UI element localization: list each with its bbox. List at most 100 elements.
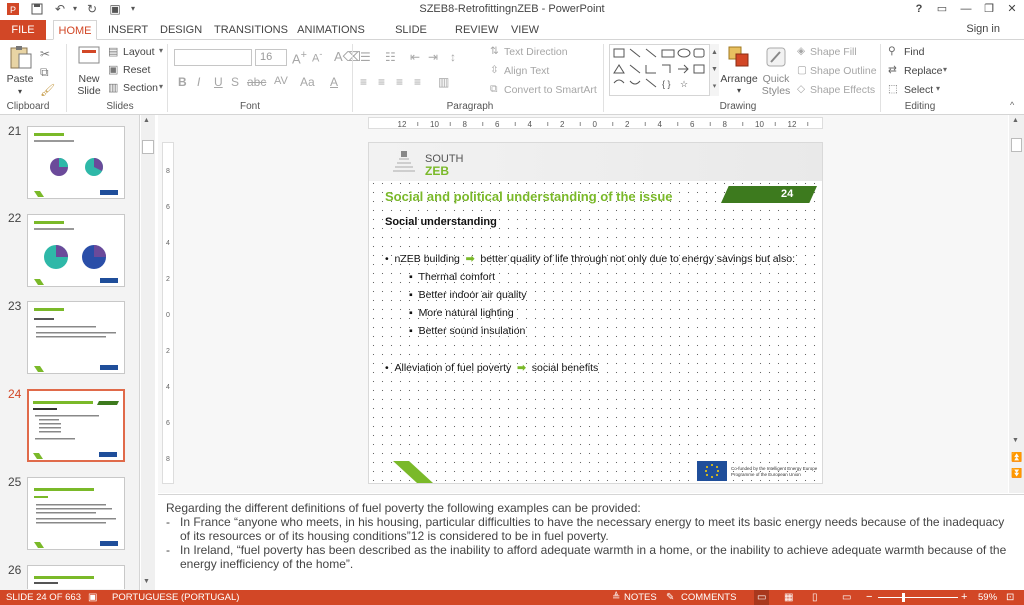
underline-icon[interactable]: U (214, 75, 223, 89)
section-dropdown-icon[interactable]: ▾ (159, 82, 163, 91)
paste-dropdown-icon[interactable]: ▾ (14, 86, 26, 98)
thumbnails-scrollbar[interactable] (141, 115, 155, 590)
tab-design[interactable]: DESIGN (160, 20, 202, 40)
select-dropdown-icon[interactable]: ▾ (936, 84, 940, 93)
strikethrough-icon[interactable]: abc (247, 75, 266, 89)
tab-file[interactable]: FILE (0, 20, 46, 40)
sub-bullet-2[interactable]: ▪ Better indoor air quality (409, 289, 527, 301)
layout-button[interactable]: Layout (123, 46, 155, 58)
current-slide[interactable]: SOUTH ZEB Social and political understan… (368, 142, 823, 484)
ribbon-display-options-icon[interactable]: ▭ (932, 1, 952, 17)
align-left-icon[interactable]: ≡ (360, 75, 367, 89)
decrease-indent-icon[interactable]: ⇤ (410, 50, 420, 64)
select-button[interactable]: Select (904, 84, 933, 96)
increase-indent-icon[interactable]: ⇥ (428, 50, 438, 64)
replace-dropdown-icon[interactable]: ▾ (943, 65, 947, 74)
shape-fill-button[interactable]: Shape Fill (810, 46, 857, 58)
scroll-down-icon[interactable]: ▼ (143, 578, 150, 585)
line-spacing-icon[interactable]: ↕ (450, 50, 456, 64)
sub-bullet-1[interactable]: ▪ Thermal comfort (409, 271, 495, 283)
font-name-input[interactable] (174, 49, 252, 66)
shapes-gallery[interactable]: { } ☆ (609, 44, 719, 96)
change-case-icon[interactable]: Aa (300, 75, 315, 89)
bullet-nzeb[interactable]: • nZEB building ➡ better quality of life… (385, 253, 795, 265)
slide-thumbnail-25[interactable] (27, 477, 125, 550)
slide-thumbnail-21[interactable] (27, 126, 125, 199)
restore-button[interactable]: ❐ (979, 1, 999, 17)
font-size-input[interactable]: 16 (255, 49, 287, 66)
zoom-out-icon[interactable]: − (866, 590, 872, 605)
help-button[interactable]: ? (909, 1, 929, 17)
collapse-ribbon-icon[interactable]: ^ (1010, 100, 1014, 110)
close-button[interactable]: ✕ (1002, 1, 1022, 17)
normal-view-icon[interactable]: ▭ (754, 590, 770, 605)
replace-button[interactable]: Replace (904, 65, 943, 77)
slide-scroll-thumb[interactable] (1011, 138, 1022, 152)
next-slide-icon[interactable]: ⏬ (1011, 468, 1022, 479)
grow-font-icon[interactable]: A+ (292, 49, 307, 66)
clear-formatting-icon[interactable]: A⌫ (334, 49, 361, 65)
align-text-button[interactable]: Align Text (504, 65, 549, 77)
numbering-icon[interactable]: ☷ (385, 50, 396, 64)
layout-dropdown-icon[interactable]: ▾ (159, 46, 163, 55)
slideshow-view-icon[interactable]: ▭ (842, 590, 851, 605)
slide-thumbnail-22[interactable] (27, 214, 125, 287)
scroll-up-icon[interactable]: ▲ (143, 117, 150, 124)
tab-transitions[interactable]: TRANSITIONS (214, 20, 288, 40)
tab-animations[interactable]: ANIMATIONS (296, 20, 366, 40)
arrange-button[interactable]: Arrange (720, 73, 758, 85)
font-color-icon[interactable]: A (330, 75, 338, 89)
notes-toggle[interactable]: NOTES (624, 590, 657, 605)
comments-toggle[interactable]: COMMENTS (681, 590, 736, 605)
character-spacing-icon[interactable]: AV (274, 75, 288, 87)
bullet-fuel-poverty[interactable]: • Alleviation of fuel poverty ➡ social b… (385, 362, 598, 374)
slide-title[interactable]: Social and political understanding of th… (385, 189, 673, 204)
spelling-icon[interactable]: ▣ (88, 590, 97, 605)
tab-slide-show[interactable]: SLIDE SHOW (377, 20, 445, 56)
reading-view-icon[interactable]: ▯ (812, 590, 818, 605)
minimize-button[interactable]: — (956, 1, 976, 17)
align-center-icon[interactable]: ≡ (378, 75, 385, 89)
quick-styles-label-2[interactable]: Styles (758, 85, 794, 97)
shapes-gallery-scroll[interactable]: ▲ ▼ ▾ (709, 44, 719, 96)
shape-outline-button[interactable]: Shape Outline (810, 65, 877, 77)
slide-sorter-icon[interactable]: ▦ (784, 590, 793, 605)
columns-icon[interactable]: ▥ (438, 75, 449, 89)
scroll-down-icon[interactable]: ▼ (1012, 437, 1019, 444)
tab-home[interactable]: HOME (53, 20, 97, 40)
copy-icon[interactable]: ⧉ (40, 65, 49, 80)
arrange-dropdown-icon[interactable]: ▾ (733, 85, 745, 97)
zoom-level[interactable]: 59% (978, 590, 997, 605)
slide-thumbnail-24[interactable] (27, 389, 125, 462)
fit-to-window-icon[interactable]: ⊡ (1006, 590, 1014, 605)
tab-insert[interactable]: INSERT (108, 20, 148, 40)
slide-subtitle[interactable]: Social understanding (385, 216, 497, 228)
sub-bullet-3[interactable]: ▪ More natural lighting (409, 307, 514, 319)
language-indicator[interactable]: PORTUGUESE (PORTUGAL) (112, 590, 239, 605)
new-slide-label-2[interactable]: Slide (72, 85, 106, 97)
new-slide-icon[interactable] (78, 44, 100, 70)
paste-button[interactable]: Paste (4, 73, 36, 85)
paste-icon[interactable] (8, 44, 34, 70)
section-button[interactable]: Section (123, 82, 158, 94)
bullets-icon[interactable]: ☰ (360, 50, 371, 64)
justify-icon[interactable]: ≡ (414, 75, 421, 89)
text-shadow-icon[interactable]: S (231, 75, 239, 89)
slide-thumbnail-26[interactable] (27, 565, 125, 589)
zoom-in-icon[interactable]: + (961, 590, 967, 605)
format-painter-icon[interactable]: 🖌 (40, 83, 55, 97)
italic-icon[interactable]: I (197, 75, 200, 89)
slide-thumbnail-23[interactable] (27, 301, 125, 374)
tab-view[interactable]: VIEW (508, 20, 542, 40)
align-right-icon[interactable]: ≡ (396, 75, 403, 89)
sign-in-link[interactable]: Sign in (966, 23, 1000, 35)
find-button[interactable]: Find (904, 46, 924, 58)
tab-review[interactable]: REVIEW (455, 20, 498, 40)
new-slide-label-1[interactable]: New (72, 73, 106, 85)
reset-button[interactable]: Reset (123, 64, 150, 76)
sub-bullet-4[interactable]: ▪ Better sound insulation (409, 325, 525, 337)
quick-styles-icon[interactable] (764, 44, 788, 70)
zoom-slider-thumb[interactable] (902, 593, 905, 602)
arrange-icon[interactable] (727, 44, 751, 70)
bold-icon[interactable]: B (178, 75, 187, 89)
